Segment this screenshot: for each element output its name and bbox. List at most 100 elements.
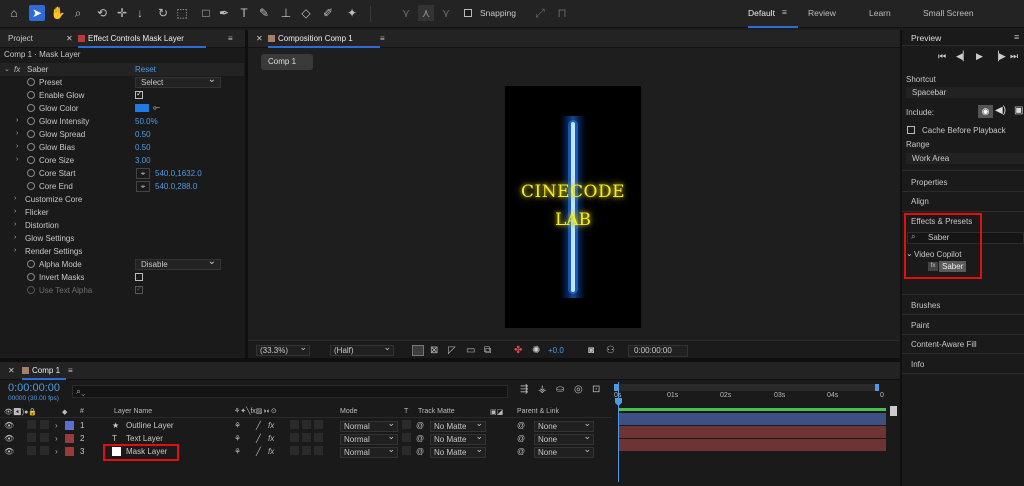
- solo-toggle[interactable]: [27, 420, 36, 429]
- vertical-splitter-left[interactable]: [245, 30, 248, 358]
- snapshot-icon[interactable]: ◙: [588, 345, 594, 356]
- snap-magnet-icon[interactable]: ⊓: [554, 5, 570, 21]
- show-snapshot-icon[interactable]: ⚇: [606, 345, 615, 356]
- close-icon[interactable]: ✕: [256, 34, 263, 43]
- comp-viewer[interactable]: CINECODE LAB: [505, 86, 641, 328]
- effect-row[interactable]: › Glow Spread 0.50: [0, 128, 244, 141]
- track-matte-dropdown[interactable]: No Matte: [430, 445, 486, 458]
- solo-toggle[interactable]: [27, 433, 36, 442]
- anchor-tool-icon[interactable]: ⬚: [174, 5, 190, 21]
- puppet-tool-icon[interactable]: ✦: [344, 5, 360, 21]
- panel-menu-icon[interactable]: ≡: [1014, 32, 1019, 42]
- quality-switch-icon[interactable]: ╱: [256, 421, 261, 430]
- stopwatch-icon[interactable]: [27, 143, 35, 151]
- quality-switch-icon[interactable]: ╱: [256, 434, 261, 443]
- 3d-toggle[interactable]: [314, 433, 323, 442]
- expand-chevron-icon[interactable]: ›: [16, 117, 18, 124]
- axis-view-icon[interactable]: ⋎: [438, 5, 454, 21]
- exposure-value[interactable]: +0.0: [548, 346, 564, 355]
- effect-row[interactable]: › Flicker: [0, 206, 244, 219]
- blend-mode-dropdown[interactable]: Normal: [340, 445, 398, 458]
- next-frame-icon[interactable]: ▕▶: [992, 51, 1006, 62]
- effect-row-checkbox[interactable]: [135, 273, 143, 281]
- stopwatch-icon[interactable]: [27, 91, 35, 99]
- tab-effect-controls[interactable]: Effect Controls Mask Layer: [78, 34, 184, 43]
- layer-name[interactable]: Text Layer: [126, 434, 163, 443]
- effect-row[interactable]: › Glow Settings: [0, 232, 244, 245]
- matte-link-icon[interactable]: @: [416, 421, 424, 430]
- parent-pickwhip-icon[interactable]: @: [517, 421, 525, 430]
- effect-row-value[interactable]: 540.0,288.0: [155, 182, 197, 191]
- effect-row[interactable]: Invert Masks: [0, 271, 244, 284]
- collapse-chevron-icon[interactable]: ⌄: [4, 65, 10, 73]
- stopwatch-icon[interactable]: [27, 286, 35, 294]
- home-icon[interactable]: ⌂: [6, 5, 22, 21]
- guides-icon[interactable]: ⧉: [484, 345, 491, 356]
- last-frame-icon[interactable]: ⏭: [1010, 51, 1018, 62]
- panel-menu-icon[interactable]: ≡: [228, 34, 233, 43]
- first-frame-icon[interactable]: ⏮: [938, 51, 946, 62]
- stopwatch-icon[interactable]: [27, 182, 35, 190]
- brushes-section[interactable]: Brushes: [911, 301, 940, 310]
- effect-row[interactable]: › Glow Intensity 50.0%: [0, 115, 244, 128]
- rotate-tool-icon[interactable]: ↻: [155, 5, 171, 21]
- fx-icon[interactable]: fx: [14, 65, 20, 74]
- effect-row[interactable]: Glow Color ⟜: [0, 102, 244, 115]
- layer-bar-3[interactable]: [618, 439, 886, 451]
- eraser-tool-icon[interactable]: ◇: [298, 5, 314, 21]
- paint-section[interactable]: Paint: [911, 321, 929, 330]
- playhead-marker[interactable]: [615, 398, 622, 406]
- shy-switch-icon[interactable]: ⚘: [234, 434, 241, 443]
- tab-composition[interactable]: Composition Comp 1: [268, 34, 353, 43]
- snap-option-icon[interactable]: ⤢: [532, 5, 548, 21]
- effect-row-value[interactable]: 3.00: [135, 156, 151, 165]
- expand-chevron-icon[interactable]: ›: [14, 234, 16, 241]
- content-aware-fill-section[interactable]: Content-Aware Fill: [911, 340, 977, 349]
- properties-section[interactable]: Properties: [911, 178, 947, 187]
- workspace-default[interactable]: Default: [748, 8, 775, 18]
- prev-frame-icon[interactable]: ◀▏: [956, 51, 970, 62]
- effect-row[interactable]: › Glow Bias 0.50: [0, 141, 244, 154]
- eye-icon[interactable]: 👁: [4, 434, 14, 443]
- layer-row[interactable]: 👁›1★Outline Layer⚘╱fxNormal@No Matte@Non…: [0, 419, 612, 432]
- hand-tool-icon[interactable]: ✋: [50, 5, 66, 21]
- stopwatch-icon[interactable]: [27, 260, 35, 268]
- expand-chevron-icon[interactable]: ›: [16, 156, 18, 163]
- include-overlay-icon[interactable]: ▣: [1014, 105, 1023, 116]
- preserve-transparency-toggle[interactable]: [402, 433, 411, 442]
- cache-checkbox[interactable]: [907, 126, 915, 134]
- fx-switch-icon[interactable]: fx: [268, 421, 274, 430]
- channel-icon[interactable]: ✤: [514, 345, 522, 356]
- parent-pickwhip-icon[interactable]: @: [517, 434, 525, 443]
- pen-tool-icon[interactable]: ✒: [216, 5, 232, 21]
- layer-row[interactable]: 👁›2TText Layer⚘╱fxNormal@No Matte@None: [0, 432, 612, 445]
- matte-link-icon[interactable]: @: [416, 447, 424, 456]
- effect-row[interactable]: Enable Glow: [0, 89, 244, 102]
- mask-visibility-icon[interactable]: ◸: [448, 345, 456, 356]
- effect-row-value[interactable]: 50.0%: [135, 117, 158, 126]
- axis-world-icon[interactable]: ⋏: [418, 5, 434, 21]
- info-section[interactable]: Info: [911, 360, 924, 369]
- axis-local-icon[interactable]: ⋎: [398, 5, 414, 21]
- expand-chevron-icon[interactable]: ›: [14, 208, 16, 215]
- resolution-dropdown[interactable]: (Half): [330, 343, 394, 356]
- label-color-swatch[interactable]: [65, 434, 74, 443]
- comp-flowchart-icon[interactable]: ⇶: [520, 384, 528, 395]
- roto-brush-icon[interactable]: ✐: [320, 5, 336, 21]
- stopwatch-icon[interactable]: [27, 78, 35, 86]
- close-icon[interactable]: ✕: [8, 366, 15, 375]
- stopwatch-icon[interactable]: [27, 156, 35, 164]
- shortcut-dropdown[interactable]: Spacebar: [906, 87, 1024, 98]
- motion-blur-toggle[interactable]: [290, 446, 299, 455]
- expand-chevron-icon[interactable]: ›: [14, 195, 16, 202]
- include-video-icon[interactable]: ◉: [978, 105, 993, 118]
- transparency-grid-icon[interactable]: ⊠: [430, 345, 438, 356]
- type-tool-icon[interactable]: T: [236, 5, 252, 21]
- draft-3d-icon[interactable]: ⚶: [538, 384, 547, 395]
- effect-row-checkbox[interactable]: [135, 89, 143, 99]
- col-layer-name[interactable]: Layer Name: [114, 408, 152, 415]
- zoom-dropdown[interactable]: (33.3%): [256, 343, 310, 356]
- expand-chevron-icon[interactable]: ›: [55, 447, 58, 456]
- panel-menu-icon[interactable]: ≡: [68, 366, 73, 375]
- panel-menu-icon[interactable]: ≡: [380, 34, 385, 43]
